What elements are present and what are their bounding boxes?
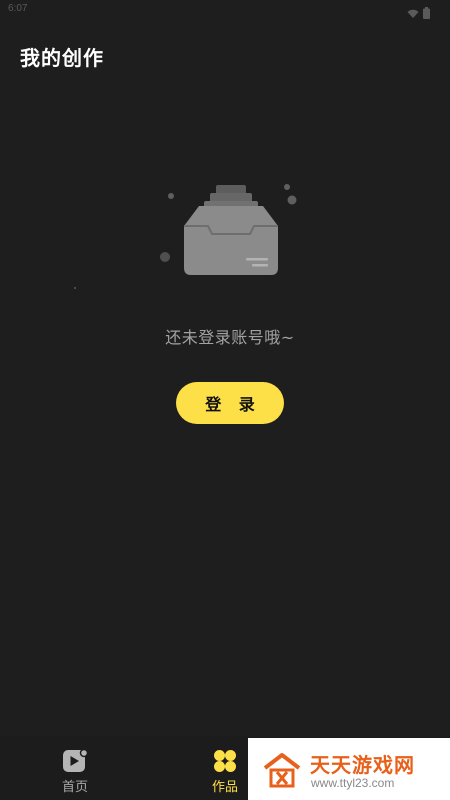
nav-label-works: 作品 (211, 780, 238, 795)
status-icons (407, 4, 430, 23)
empty-inbox-icon (155, 178, 300, 278)
status-time: 6:07 (8, 3, 28, 14)
login-button[interactable]: 登 录 (176, 382, 284, 424)
house-logo-icon (262, 752, 302, 788)
watermark: 天天游戏网 www.ttyl23.com (248, 738, 450, 800)
decorative-dot (74, 287, 76, 289)
watermark-url: www.ttyl23.com (311, 776, 395, 790)
status-bar: 6:07 (0, 0, 450, 22)
play-video-icon (62, 748, 88, 774)
nav-label-home: 首页 (61, 780, 88, 795)
page-title: 我的创作 (20, 46, 104, 70)
battery-icon (423, 4, 430, 23)
watermark-title: 天天游戏网 (310, 753, 415, 777)
wifi-icon (407, 4, 419, 23)
empty-state-message: 还未登录账号哦~ (165, 328, 295, 347)
four-petal-grid-icon (212, 748, 238, 774)
nav-item-home[interactable]: 首页 (35, 736, 115, 800)
